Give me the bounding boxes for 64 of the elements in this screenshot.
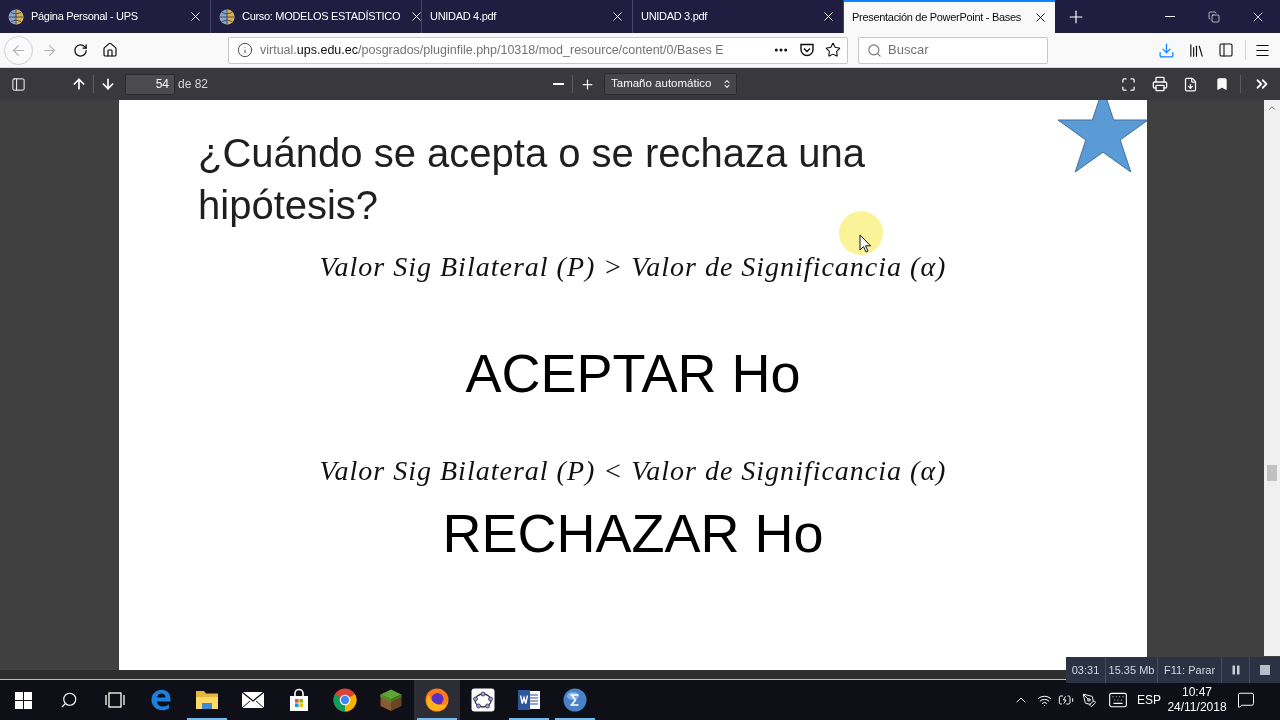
search-icon — [60, 691, 78, 709]
recording-time: 03:31 — [1066, 657, 1106, 683]
fullscreen-icon — [1121, 76, 1136, 92]
task-view-icon — [104, 691, 126, 709]
sidebar-icon — [10, 76, 26, 92]
taskbar-app-button[interactable] — [414, 680, 460, 720]
folder-icon — [195, 689, 219, 711]
sidebar-icon — [1218, 42, 1234, 58]
page-number-field[interactable]: 54 — [125, 73, 175, 95]
url-text: virtual.ups.edu.ec/posgrados/pluginfile.php/10318/mod_resource/content/0/Bases E — [260, 41, 724, 59]
search-field[interactable]: Buscar — [858, 36, 1048, 64]
vertical-scrollbar[interactable] — [1264, 100, 1280, 656]
star-icon — [1057, 100, 1147, 173]
reload-icon — [72, 42, 88, 58]
sigma-globe-icon — [563, 688, 587, 712]
pen-icon — [1081, 692, 1097, 708]
globe-favicon-icon — [8, 8, 24, 25]
file-download-icon — [1183, 76, 1198, 92]
swirl-icon — [149, 688, 173, 712]
condition-formula: Valor Sig Bilateral (P) > Valor de Significancia (α) — [319, 250, 947, 284]
stop-square-icon — [1260, 665, 1270, 675]
language-button[interactable]: ESP — [1135, 680, 1163, 720]
library-icon — [1187, 41, 1205, 59]
envelope-icon — [241, 691, 265, 709]
stop-hotkey-hint: F11: Parar — [1158, 657, 1222, 683]
info-icon[interactable] — [237, 42, 253, 58]
download-arrow-icon — [1157, 41, 1175, 59]
minus-icon — [552, 83, 564, 85]
decision-text: RECHAZAR Ho — [442, 502, 824, 565]
browser-icon — [333, 688, 357, 712]
minimize-icon — [1165, 16, 1175, 17]
slide-title: ¿Cuándo se acepta o se rechaza una hipótesis? — [198, 130, 867, 229]
horizontal-scrollbar[interactable] — [0, 670, 1066, 680]
file-size: 15.35 Mb — [1106, 657, 1158, 683]
fox-globe-icon — [425, 688, 449, 712]
wifi-icon — [1036, 692, 1052, 708]
keyboard-icon — [1108, 690, 1128, 710]
browser-tab[interactable]: Presentación de PowerPoint - Bases — [844, 0, 1055, 33]
document-icon — [517, 688, 541, 712]
condition-formula: Valor Sig Bilateral (P) < Valor de Significancia (α) — [319, 454, 947, 488]
globe-favicon-icon — [219, 8, 235, 25]
shopping-bag-icon — [287, 688, 311, 712]
down-arrow-icon — [100, 76, 116, 92]
clock-button[interactable]: 10:47 24/11/2018 — [1163, 680, 1231, 720]
updown-caret-icon — [722, 79, 732, 89]
printer-icon — [1151, 76, 1168, 92]
home-icon — [102, 42, 118, 58]
plus-icon — [579, 76, 595, 92]
pentagon-graph-icon — [471, 688, 495, 712]
bookmark-star-icon[interactable] — [825, 42, 841, 58]
battery-icon — [1058, 692, 1074, 708]
scrollbar-thumb[interactable] — [1267, 465, 1277, 481]
speech-bubble-icon — [1237, 691, 1255, 709]
decision-text: ACEPTAR Ho — [465, 342, 801, 405]
page-count: de 82 — [178, 76, 209, 93]
windows-logo-icon — [14, 691, 32, 709]
address-bar[interactable]: virtual.ups.edu.ec/posgrados/pluginfile.php/10318/mod_resource/content/0/Bases E — [228, 36, 848, 64]
bookmark-icon — [1214, 77, 1229, 91]
zoom-select[interactable]: Tamaño automático — [604, 73, 737, 95]
pocket-icon[interactable] — [799, 42, 815, 58]
search-icon — [867, 42, 882, 58]
restore-icon — [1208, 10, 1220, 23]
cursor-highlight-icon — [838, 210, 884, 256]
grass-block-icon — [379, 688, 403, 712]
